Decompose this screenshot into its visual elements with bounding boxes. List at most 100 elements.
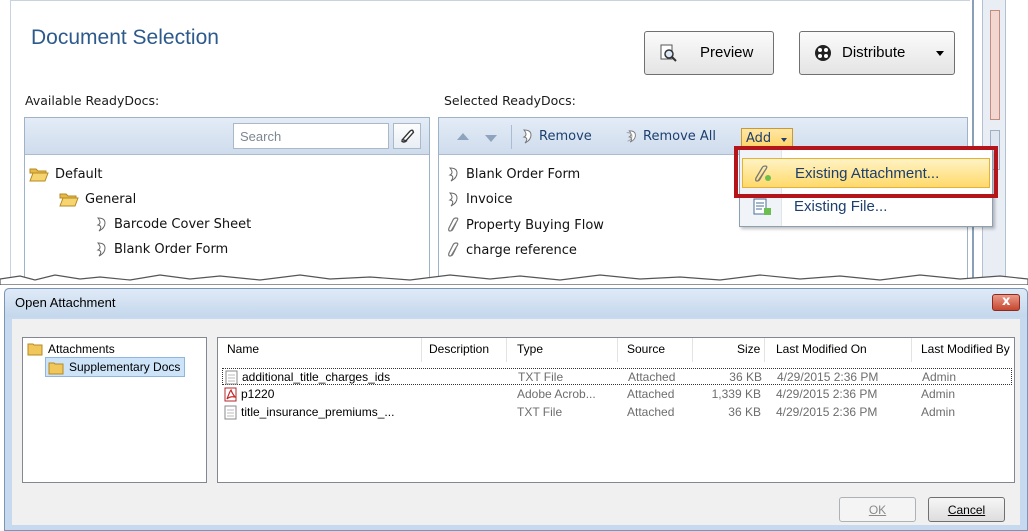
selected-item[interactable]: charge reference bbox=[447, 242, 577, 258]
cancel-button[interactable]: Cancel bbox=[928, 497, 1005, 522]
column-divider[interactable] bbox=[617, 338, 618, 362]
folder-label: Attachments bbox=[48, 341, 115, 356]
close-icon: x bbox=[1002, 294, 1011, 309]
readydoc-icon bbox=[96, 242, 106, 257]
file-add-icon bbox=[753, 198, 771, 215]
file-modified-on: 4/29/2015 2:36 PM bbox=[776, 387, 878, 401]
magnifier-document-icon bbox=[660, 44, 677, 62]
column-divider[interactable] bbox=[421, 338, 422, 362]
column-header-last-modified-on[interactable]: Last Modified On bbox=[776, 342, 867, 356]
side-panel-tab[interactable] bbox=[990, 10, 1000, 120]
file-modified-by: Admin bbox=[921, 387, 956, 401]
menu-item-label: Existing File... bbox=[794, 198, 888, 215]
text-file-icon bbox=[224, 405, 237, 420]
tree-item-blank-order-form[interactable]: Blank Order Form bbox=[95, 242, 228, 257]
tree-folder-general[interactable]: General bbox=[59, 192, 136, 207]
ok-button[interactable]: OK bbox=[839, 497, 916, 522]
search-clear-button[interactable] bbox=[393, 123, 421, 149]
selected-item[interactable]: Blank Order Form bbox=[447, 167, 580, 182]
tree-folder-default[interactable]: Default bbox=[29, 167, 103, 182]
column-header-last-modified-by[interactable]: Last Modified By bbox=[921, 342, 1010, 356]
file-type: TXT File bbox=[517, 405, 563, 419]
column-header-name[interactable]: Name bbox=[227, 342, 259, 356]
cancel-button-label: Cancel bbox=[947, 503, 986, 517]
torn-edge bbox=[0, 274, 1028, 285]
folder-supplementary-docs[interactable]: Supplementary Docs bbox=[45, 357, 186, 377]
file-name: title_insurance_premiums_... bbox=[241, 405, 395, 419]
panel-border bbox=[10, 0, 970, 1]
file-modified-on: 4/29/2015 2:36 PM bbox=[776, 405, 878, 419]
file-source: Attached bbox=[627, 387, 675, 401]
column-header-description[interactable]: Description bbox=[429, 342, 489, 356]
dialog-body: Attachments Supplementary Docs Name Desc… bbox=[12, 319, 1020, 525]
column-header-type[interactable]: Type bbox=[517, 342, 543, 356]
tree-item-barcode-cover-sheet[interactable]: Barcode Cover Sheet bbox=[95, 217, 251, 232]
close-button[interactable]: x bbox=[992, 294, 1020, 311]
folder-open-icon bbox=[59, 193, 79, 207]
tree-item-label: Barcode Cover Sheet bbox=[114, 217, 252, 232]
folder-attachments[interactable]: Attachments bbox=[27, 341, 115, 356]
open-attachment-dialog: Open Attachment x Attachments Supplement… bbox=[4, 288, 1028, 531]
file-row[interactable]: title_insurance_premiums_... TXT File At… bbox=[222, 404, 1012, 421]
panel-scrollbar[interactable] bbox=[972, 0, 974, 280]
globe-icon bbox=[815, 45, 831, 61]
distribute-button[interactable]: Distribute bbox=[799, 31, 955, 75]
chevron-down-icon bbox=[781, 138, 787, 142]
selected-item-label: Invoice bbox=[466, 192, 513, 207]
selected-item-label: charge reference bbox=[466, 242, 577, 258]
readydoc-icon bbox=[448, 167, 458, 182]
file-modified-on: 4/29/2015 2:36 PM bbox=[777, 370, 879, 384]
selected-item[interactable]: Invoice bbox=[447, 192, 512, 207]
available-readydocs-list: Default General Barcode Cover Sheet Blan… bbox=[24, 117, 430, 282]
ok-button-label: OK bbox=[868, 503, 887, 517]
paperclip-icon bbox=[448, 242, 459, 257]
column-divider[interactable] bbox=[764, 338, 765, 362]
file-row[interactable]: additional_title_charges_ids TXT File At… bbox=[222, 368, 1012, 385]
attachment-folder-tree: Attachments Supplementary Docs bbox=[22, 337, 207, 483]
search-input[interactable] bbox=[233, 123, 389, 149]
column-divider[interactable] bbox=[692, 338, 693, 362]
preview-button[interactable]: Preview bbox=[644, 31, 774, 75]
file-type: TXT File bbox=[518, 370, 564, 384]
tree-item-label: Blank Order Form bbox=[114, 242, 229, 257]
available-readydocs-label: Available ReadyDocs: bbox=[25, 93, 160, 108]
eraser-icon bbox=[400, 129, 415, 143]
attachment-file-list: Name Description Type Source Size Last M… bbox=[217, 337, 1015, 483]
tree-item-label: General bbox=[85, 192, 137, 207]
file-name: additional_title_charges_ids bbox=[242, 370, 391, 384]
file-size: 1,339 KB bbox=[711, 387, 761, 401]
distribute-button-label: Distribute bbox=[842, 44, 906, 61]
readydoc-icon bbox=[96, 217, 106, 232]
panel-border bbox=[10, 0, 11, 278]
toolbar-separator bbox=[511, 125, 512, 149]
page-title: Document Selection bbox=[31, 26, 219, 49]
document-selection-panel: Document Selection Preview Distribute Av… bbox=[0, 0, 1028, 285]
remove-all-button-label: Remove All bbox=[643, 129, 717, 144]
move-down-icon[interactable] bbox=[485, 135, 497, 142]
selected-item-label: Blank Order Form bbox=[466, 167, 581, 182]
file-type: Adobe Acrob... bbox=[517, 387, 596, 401]
file-row[interactable]: p1220 Adobe Acrob... Attached 1,339 KB 4… bbox=[222, 386, 1012, 403]
annotation-highlight-box bbox=[734, 146, 998, 198]
file-source: Attached bbox=[627, 405, 675, 419]
dialog-titlebar[interactable]: Open Attachment x bbox=[5, 289, 1027, 317]
folder-icon bbox=[48, 362, 64, 374]
available-toolbar bbox=[25, 118, 429, 155]
folder-open-icon bbox=[29, 168, 49, 182]
column-divider[interactable] bbox=[911, 338, 912, 362]
selected-item[interactable]: Property Buying Flow bbox=[447, 217, 604, 233]
pdf-icon bbox=[224, 387, 237, 402]
column-header-size[interactable]: Size bbox=[737, 342, 760, 356]
remove-button[interactable]: Remove bbox=[521, 129, 592, 144]
add-button-label: Add bbox=[746, 131, 772, 146]
dialog-title: Open Attachment bbox=[15, 295, 116, 310]
file-source: Attached bbox=[628, 370, 676, 384]
preview-button-label: Preview bbox=[700, 44, 754, 61]
column-header-source[interactable]: Source bbox=[627, 342, 665, 356]
move-up-icon[interactable] bbox=[457, 133, 469, 140]
folder-label: Supplementary Docs bbox=[69, 360, 181, 374]
paperclip-icon bbox=[448, 217, 459, 232]
readydoc-icon bbox=[448, 192, 458, 207]
remove-all-button[interactable]: Remove All bbox=[625, 129, 716, 144]
column-divider[interactable] bbox=[506, 338, 507, 362]
